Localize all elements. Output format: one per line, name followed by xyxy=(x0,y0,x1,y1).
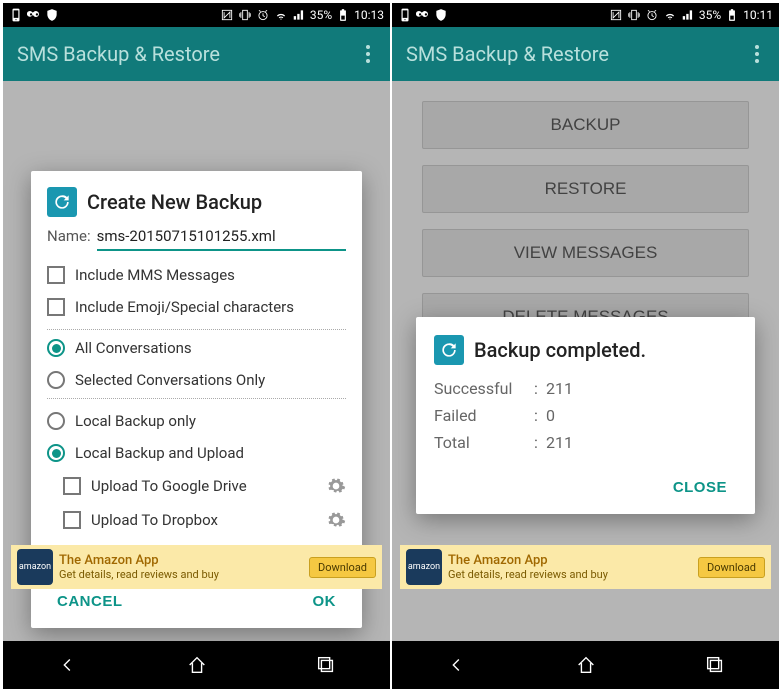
option-local-only[interactable]: Local Backup only xyxy=(47,405,346,437)
app-title: SMS Backup & Restore xyxy=(17,42,360,66)
ad-banner[interactable]: amazon The Amazon AppGet details, read r… xyxy=(11,545,382,589)
status-bar: 35% 10:13 xyxy=(3,3,390,27)
nfc-icon xyxy=(220,8,234,22)
app-title: SMS Backup & Restore xyxy=(406,42,749,66)
battery-icon xyxy=(725,8,739,22)
close-button[interactable]: CLOSE xyxy=(663,471,737,504)
ad-subtitle: Get details, read reviews and buy xyxy=(448,568,692,581)
gear-icon[interactable] xyxy=(326,510,346,530)
app-logo-icon xyxy=(47,187,77,217)
ad-title: The Amazon App xyxy=(59,553,303,568)
stat-successful: 211 xyxy=(546,375,573,402)
option-upload-dropbox[interactable]: Upload To Dropbox xyxy=(47,503,346,537)
app-logo-icon xyxy=(434,335,464,365)
infinity-icon xyxy=(27,8,41,22)
phone-right: 35% 10:11 SMS Backup & Restore BACKUP RE… xyxy=(392,3,779,689)
option-local-and-upload[interactable]: Local Backup and Upload xyxy=(47,437,346,469)
ad-banner[interactable]: amazon The Amazon AppGet details, read r… xyxy=(400,545,771,589)
name-input[interactable]: sms-20150715101255.xml xyxy=(97,227,346,251)
ad-subtitle: Get details, read reviews and buy xyxy=(59,568,303,581)
option-include-emoji[interactable]: Include Emoji/Special characters xyxy=(47,291,346,323)
phone-icon xyxy=(398,8,412,22)
stat-failed: 0 xyxy=(546,402,555,429)
battery-icon xyxy=(336,8,350,22)
clock-text: 10:11 xyxy=(743,8,773,22)
nfc-icon xyxy=(609,8,623,22)
amazon-logo-icon: amazon xyxy=(406,549,442,585)
content-area: BACKUP RESTORE VIEW MESSAGES DELETE MESS… xyxy=(392,81,779,641)
app-bar: SMS Backup & Restore xyxy=(3,27,390,81)
nav-home-button[interactable] xyxy=(167,645,227,685)
option-all-conversations[interactable]: All Conversations xyxy=(47,332,346,364)
nav-recent-button[interactable] xyxy=(685,645,745,685)
clock-text: 10:13 xyxy=(354,8,384,22)
alarm-icon xyxy=(645,8,659,22)
battery-text: 35% xyxy=(699,8,721,22)
ad-download-button[interactable]: Download xyxy=(698,557,765,578)
signal-icon xyxy=(292,8,306,22)
checkbox-icon xyxy=(63,511,81,529)
vibrate-icon xyxy=(627,8,641,22)
backup-stats: Successful:211 Failed:0 Total:211 xyxy=(434,375,737,457)
ok-button[interactable]: OK xyxy=(303,585,347,618)
wifi-icon xyxy=(274,8,288,22)
dialog-title: Create New Backup xyxy=(87,190,262,214)
overflow-menu-button[interactable] xyxy=(360,39,376,69)
checkbox-icon xyxy=(47,298,65,316)
gear-icon[interactable] xyxy=(326,476,346,496)
nav-home-button[interactable] xyxy=(556,645,616,685)
ad-title: The Amazon App xyxy=(448,553,692,568)
app-bar: SMS Backup & Restore xyxy=(392,27,779,81)
battery-text: 35% xyxy=(310,8,332,22)
nav-back-button[interactable] xyxy=(38,645,98,685)
radio-icon xyxy=(47,444,65,462)
status-bar: 35% 10:11 xyxy=(392,3,779,27)
radio-icon xyxy=(47,412,65,430)
wifi-icon xyxy=(663,8,677,22)
alarm-icon xyxy=(256,8,270,22)
dialog-title: Backup completed. xyxy=(474,338,646,362)
content-area: Create New Backup Name: sms-201507151012… xyxy=(3,81,390,641)
cancel-button[interactable]: CANCEL xyxy=(47,585,133,618)
nav-back-button[interactable] xyxy=(427,645,487,685)
checkbox-icon xyxy=(63,477,81,495)
amazon-logo-icon: amazon xyxy=(17,549,53,585)
option-selected-conversations[interactable]: Selected Conversations Only xyxy=(47,364,346,396)
phone-icon xyxy=(9,8,23,22)
backup-completed-dialog: Backup completed. Successful:211 Failed:… xyxy=(416,317,755,514)
checkbox-icon xyxy=(47,266,65,284)
navigation-bar xyxy=(392,641,779,689)
shield-icon xyxy=(45,8,59,22)
stat-total: 211 xyxy=(546,429,573,456)
nav-recent-button[interactable] xyxy=(296,645,356,685)
signal-icon xyxy=(681,8,695,22)
vibrate-icon xyxy=(238,8,252,22)
phone-left: 35% 10:13 SMS Backup & Restore Create Ne… xyxy=(3,3,390,689)
radio-icon xyxy=(47,371,65,389)
ad-download-button[interactable]: Download xyxy=(309,557,376,578)
option-upload-gdrive[interactable]: Upload To Google Drive xyxy=(47,469,346,503)
navigation-bar xyxy=(3,641,390,689)
radio-icon xyxy=(47,339,65,357)
shield-icon xyxy=(434,8,448,22)
overflow-menu-button[interactable] xyxy=(749,39,765,69)
infinity-icon xyxy=(416,8,430,22)
option-include-mms[interactable]: Include MMS Messages xyxy=(47,259,346,291)
name-label: Name: xyxy=(47,227,91,245)
